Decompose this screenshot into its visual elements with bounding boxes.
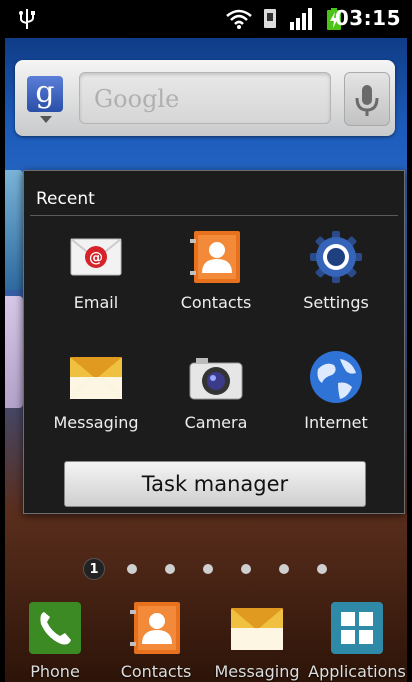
background-widget-sliver — [5, 296, 23, 408]
google-logo-icon[interactable]: g — [27, 76, 63, 112]
messaging-envelope-icon — [69, 357, 123, 400]
app-label: Email — [73, 293, 119, 312]
camera-icon — [189, 358, 243, 400]
recent-app-settings[interactable]: Settings — [276, 229, 396, 339]
page-dot[interactable] — [317, 564, 327, 574]
recent-title: Recent — [36, 189, 95, 209]
home-screen: 03:15 g Google Recent @ Email Contacts S… — [5, 0, 407, 682]
phone-icon — [29, 602, 81, 654]
wifi-icon — [226, 9, 252, 29]
page-dot[interactable] — [203, 564, 213, 574]
dock-label: Phone — [30, 662, 80, 681]
recent-app-contacts[interactable]: Contacts — [156, 229, 276, 339]
page-dot[interactable] — [165, 564, 175, 574]
microphone-icon — [355, 85, 379, 116]
current-page-indicator[interactable]: 1 — [83, 558, 105, 580]
divider — [30, 215, 398, 216]
search-input[interactable]: Google — [79, 72, 331, 124]
globe-icon — [310, 351, 362, 403]
dock-applications[interactable]: Applications — [307, 594, 407, 682]
google-search-widget[interactable]: g Google — [15, 60, 395, 136]
messaging-envelope-icon — [231, 608, 283, 650]
dock-label: Applications — [308, 662, 406, 681]
dock-contacts[interactable]: Contacts — [106, 594, 206, 682]
usb-icon — [19, 9, 35, 29]
signal-icon — [290, 8, 312, 30]
app-label: Internet — [304, 413, 368, 432]
settings-gear-icon — [310, 231, 362, 283]
page-dot[interactable] — [241, 564, 251, 574]
dock: Phone Contacts Messaging Applications — [5, 594, 407, 682]
sim-icon — [264, 9, 276, 28]
recent-app-email[interactable]: @ Email — [36, 229, 156, 339]
applications-grid-icon — [331, 602, 383, 654]
email-icon: @ — [70, 238, 122, 276]
svg-text:@: @ — [89, 250, 103, 266]
app-label: Camera — [184, 413, 248, 432]
recent-app-internet[interactable]: Internet — [276, 349, 396, 459]
recent-app-messaging[interactable]: Messaging — [36, 349, 156, 459]
dock-label: Contacts — [120, 662, 192, 681]
recent-app-camera[interactable]: Camera — [156, 349, 276, 459]
page-dot[interactable] — [279, 564, 289, 574]
voice-search-button[interactable] — [344, 72, 390, 126]
page-dot[interactable] — [127, 564, 137, 574]
dropdown-arrow-icon[interactable] — [40, 116, 52, 123]
dock-phone[interactable]: Phone — [5, 594, 105, 682]
dock-messaging[interactable]: Messaging — [207, 594, 307, 682]
contacts-icon — [190, 231, 240, 283]
app-label: Messaging — [53, 413, 139, 432]
app-label: Contacts — [180, 293, 252, 312]
app-label: Settings — [303, 293, 369, 312]
task-manager-button[interactable]: Task manager — [64, 461, 366, 507]
status-bar: 03:15 — [5, 0, 407, 38]
contacts-icon — [130, 602, 180, 654]
clock: 03:15 — [334, 6, 401, 30]
background-widget-sliver — [5, 170, 23, 290]
recent-apps-dialog: Recent @ Email Contacts Settings Messagi… — [23, 170, 405, 514]
dock-label: Messaging — [214, 662, 300, 681]
